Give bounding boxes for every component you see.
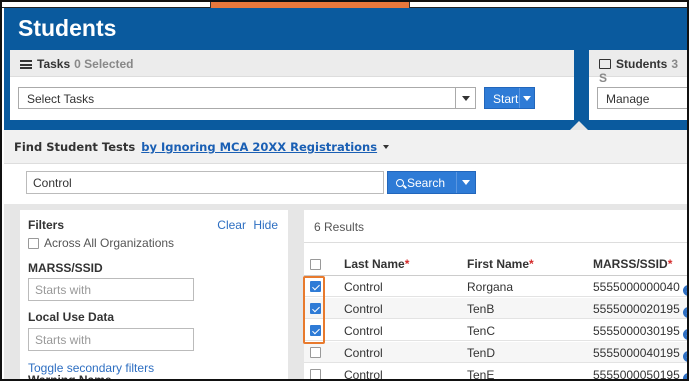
row-marss: 5555000030195i	[593, 324, 687, 340]
screenshot-frame: Students Tasks 0 Selected Select Tasks St…	[0, 0, 689, 381]
find-mode-link[interactable]: by Ignoring MCA 20XX Registrations	[141, 140, 377, 154]
table-header-row: Last Name* First Name* MARSS/SSID*	[304, 252, 687, 276]
row-last-name: Control	[344, 280, 383, 294]
find-mode-chevron-down-icon[interactable]	[383, 145, 390, 149]
marss-filter-label: MARSS/SSID	[28, 261, 103, 275]
students-card-icon	[599, 59, 611, 69]
across-orgs-checkbox[interactable]	[28, 238, 39, 249]
row-last-name: Control	[344, 302, 383, 316]
row-checkbox[interactable]	[310, 347, 321, 358]
manage-dropdown[interactable]: Manage	[597, 87, 687, 109]
chevron-down-icon	[462, 96, 470, 101]
row-marss: 5555000050195i	[593, 368, 687, 379]
search-split-divider	[456, 172, 457, 193]
find-label: Find Student Tests	[14, 140, 136, 154]
start-dropdown-chevron-icon[interactable]	[523, 96, 531, 101]
students-panel-header: Students 3 S	[589, 50, 687, 85]
marss-filter-input[interactable]: Starts with	[28, 278, 194, 301]
filters-clear-link[interactable]: Clear	[217, 218, 246, 232]
row-marss: 5555000040195i	[593, 346, 687, 362]
tasks-panel-header: Tasks 0 Selected	[10, 50, 574, 77]
search-label: Search	[407, 176, 446, 190]
table-row[interactable]: Control TenD 5555000040195i	[304, 342, 687, 363]
search-icon	[396, 179, 404, 187]
results-panel: 6 Results Last Name* First Name* MARSS/S…	[304, 210, 687, 381]
row-last-name: Control	[344, 368, 383, 381]
select-all-checkbox[interactable]	[310, 259, 321, 270]
info-icon[interactable]: i	[682, 285, 687, 296]
info-icon[interactable]: i	[682, 351, 687, 362]
info-icon[interactable]: i	[682, 307, 687, 318]
row-first-name: TenD	[467, 346, 496, 360]
col-last-name[interactable]: Last Name*	[344, 257, 409, 271]
search-button[interactable]: Search	[387, 171, 476, 194]
students-panel: Students 3 S Manage	[589, 50, 687, 120]
info-icon[interactable]: i	[682, 329, 687, 340]
row-last-name: Control	[344, 324, 383, 338]
local-use-filter-input[interactable]: Starts with	[28, 328, 194, 351]
start-label: Start	[493, 92, 519, 106]
filters-hide-link[interactable]: Hide	[253, 218, 278, 232]
tasks-panel: Tasks 0 Selected Select Tasks Start	[10, 50, 574, 120]
filters-panel: Filters Clear Hide Across All Organizati…	[20, 210, 288, 381]
start-button[interactable]: Start	[484, 87, 535, 109]
tasks-title: Tasks	[37, 57, 71, 71]
info-icon[interactable]: i	[682, 373, 687, 379]
page-title: Students	[18, 15, 117, 41]
tasks-selected-count: 0 Selected	[74, 57, 134, 71]
select-tasks-value: Select Tasks	[27, 92, 95, 106]
row-first-name: Rorgana	[467, 280, 514, 294]
panel-pointer	[570, 121, 588, 130]
tasks-list-icon	[20, 60, 32, 69]
results-count: 6 Results	[314, 220, 365, 234]
row-first-name: TenB	[467, 302, 495, 316]
row-marss: 5555000020195i	[593, 302, 687, 318]
table-row[interactable]: Control TenC 5555000030195i	[304, 320, 687, 341]
warning-name-label: Warning Name	[28, 373, 112, 381]
select-tasks-caret-box[interactable]	[455, 88, 475, 108]
row-checkbox[interactable]	[310, 369, 321, 379]
find-student-tests-section: Find Student Tests by Ignoring MCA 20XX R…	[4, 130, 687, 381]
manage-value: Manage	[606, 92, 650, 106]
col-first-name[interactable]: First Name*	[467, 257, 534, 271]
select-tasks-dropdown[interactable]: Select Tasks	[18, 87, 476, 109]
row-first-name: TenE	[467, 368, 495, 381]
students-banner: Students Tasks 0 Selected Select Tasks St…	[4, 8, 687, 130]
across-orgs-label: Across All Organizations	[44, 236, 175, 250]
table-row[interactable]: Control TenB 5555000020195i	[304, 298, 687, 319]
search-dropdown-chevron-icon[interactable]	[462, 180, 470, 185]
find-search-row: Control Search	[4, 164, 687, 204]
col-marss-ssid[interactable]: MARSS/SSID*	[593, 257, 672, 271]
find-header: Find Student Tests by Ignoring MCA 20XX R…	[4, 130, 687, 164]
table-row[interactable]: Control Rorgana 5555000000040i	[304, 276, 687, 297]
row-marss: 5555000000040i	[593, 280, 687, 296]
search-input[interactable]: Control	[26, 171, 384, 194]
table-row[interactable]: Control TenE 5555000050195i	[304, 364, 687, 381]
results-divider	[304, 242, 687, 243]
start-split-divider	[519, 88, 520, 108]
local-use-filter-label: Local Use Data	[28, 310, 115, 324]
row-first-name: TenC	[467, 324, 496, 338]
filters-title: Filters	[28, 218, 65, 232]
selected-rows-highlight	[303, 276, 325, 344]
students-title: Students	[616, 57, 668, 71]
row-last-name: Control	[344, 346, 383, 360]
